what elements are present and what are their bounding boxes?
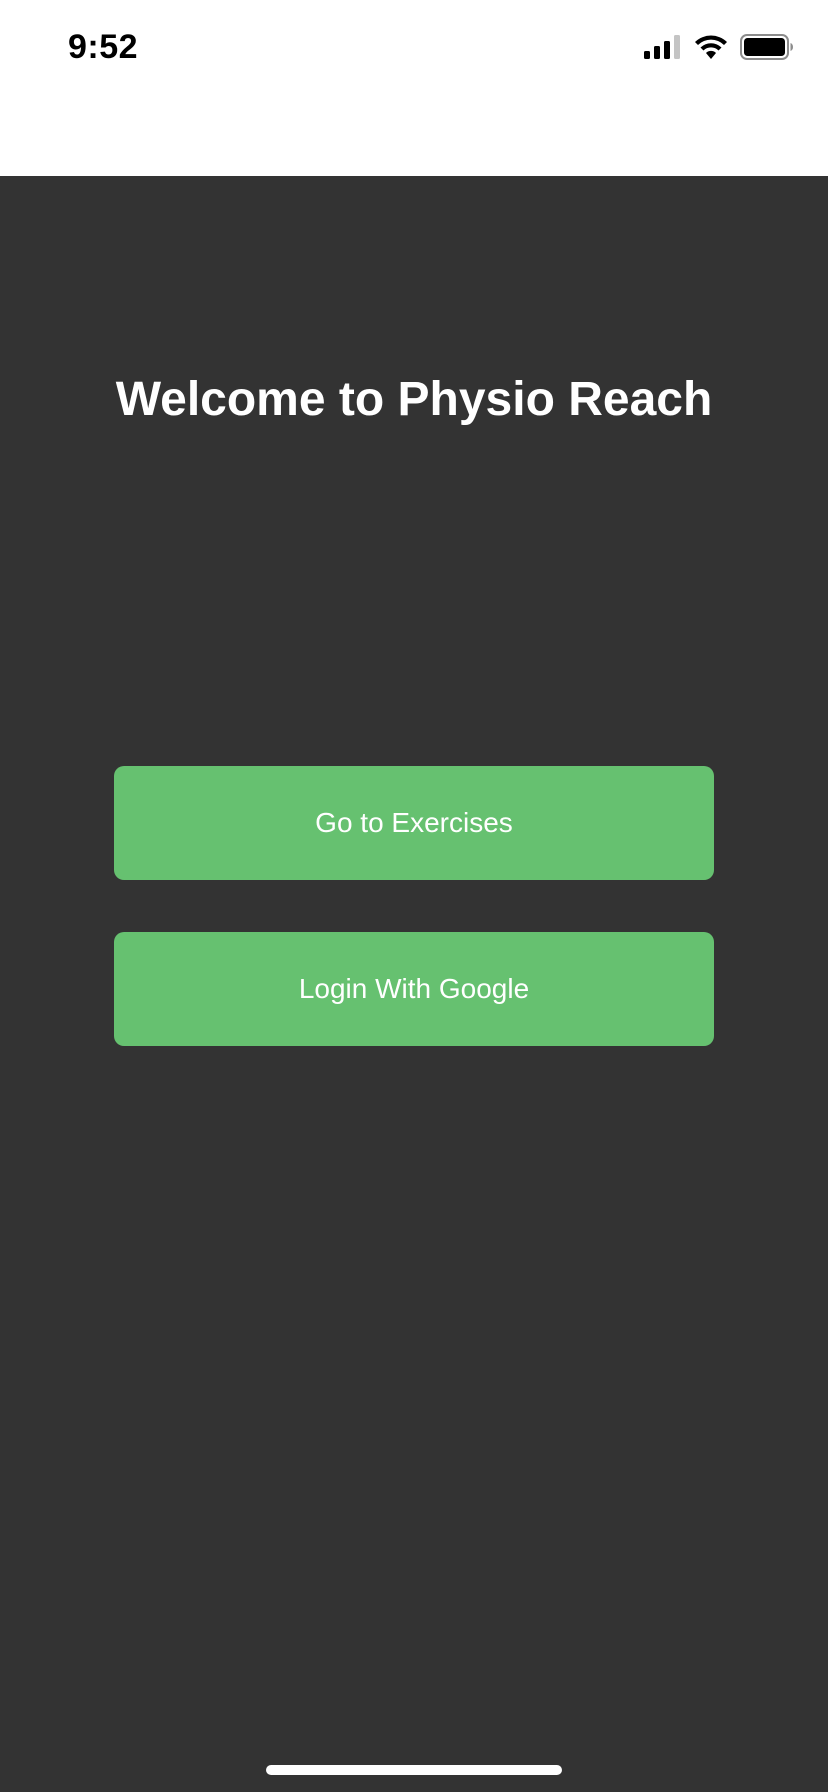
status-bar: 9:52	[0, 0, 828, 176]
battery-icon	[740, 34, 794, 65]
page-title: Welcome to Physio Reach	[115, 373, 713, 426]
home-indicator[interactable]	[266, 1765, 562, 1775]
login-with-google-button[interactable]: Login With Google	[114, 932, 714, 1046]
go-to-exercises-button[interactable]: Go to Exercises	[114, 766, 714, 880]
cellular-signal-icon	[644, 35, 682, 64]
status-time: 9:52	[68, 28, 139, 66]
app-screen: 9:52 Welcome to Physio Reach Go to Exerc…	[0, 0, 828, 1792]
status-icons	[644, 34, 794, 65]
wifi-icon	[694, 34, 728, 65]
